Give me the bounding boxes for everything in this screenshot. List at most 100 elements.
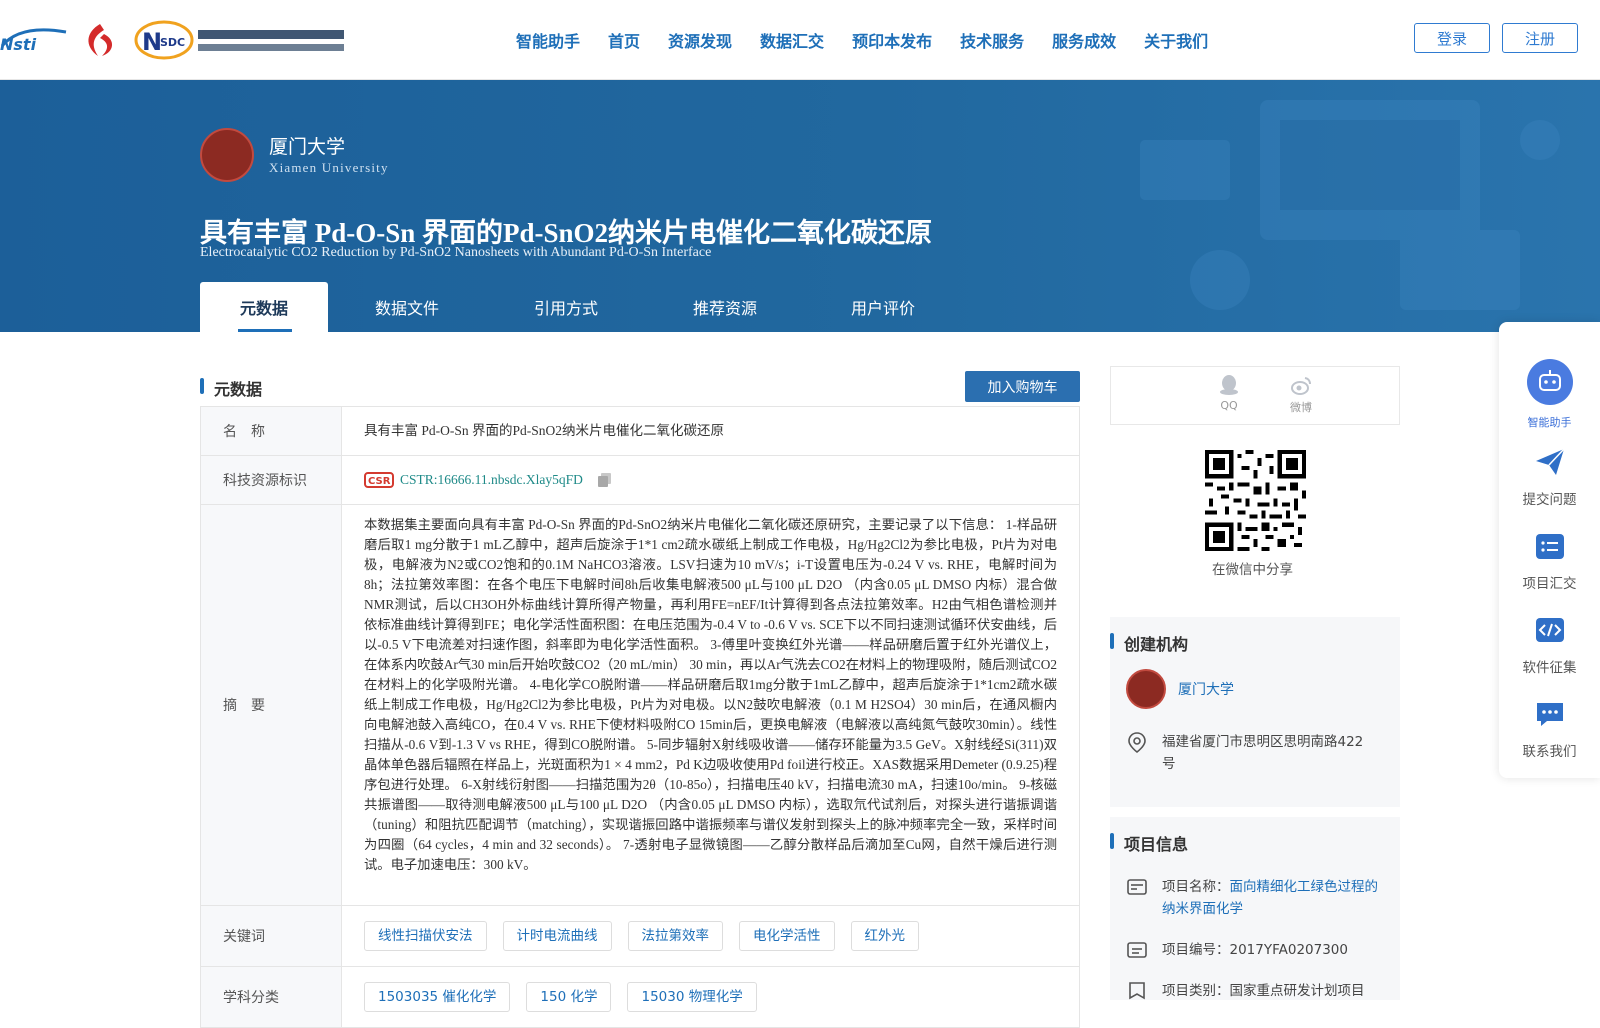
nav-preprint[interactable]: 预印本发布 bbox=[852, 28, 932, 52]
tab-reviews[interactable]: 用户评价 bbox=[804, 282, 962, 332]
institution-logo bbox=[200, 128, 254, 182]
project-name-row: 项目名称：面向精细化工绿色过程的纳米界面化学 bbox=[1126, 876, 1378, 920]
name-value: 具有丰富 Pd-O-Sn 界面的Pd-SnO2纳米片电催化二氧化碳还原 bbox=[364, 423, 725, 438]
qq-icon bbox=[1220, 375, 1238, 395]
metadata-heading: 元数据 bbox=[200, 376, 262, 400]
tab-data-files[interactable]: 数据文件 bbox=[328, 282, 486, 332]
float-contact-label: 联系我们 bbox=[1522, 744, 1577, 760]
table-row: 名 称 具有丰富 Pd-O-Sn 界面的Pd-SnO2纳米片电催化二氧化碳还原 bbox=[200, 407, 1080, 456]
subject-chip[interactable]: 15030 物理化学 bbox=[627, 982, 757, 1012]
nav-resource-discovery[interactable]: 资源发现 bbox=[668, 28, 732, 52]
paper-plane-icon bbox=[1535, 448, 1565, 475]
svg-text:SDC: SDC bbox=[160, 36, 185, 49]
resource-tabs: 元数据 数据文件 引用方式 推荐资源 用户评价 bbox=[200, 282, 962, 332]
metadata-table: 名 称 具有丰富 Pd-O-Sn 界面的Pd-SnO2纳米片电催化二氧化碳还原 … bbox=[200, 406, 1080, 1028]
tab-citation[interactable]: 引用方式 bbox=[486, 282, 646, 332]
location-icon bbox=[1128, 732, 1146, 753]
creator-name[interactable]: 厦门大学 bbox=[1178, 679, 1234, 699]
project-number-icon bbox=[1127, 942, 1147, 958]
login-button[interactable]: 登录 bbox=[1414, 23, 1490, 53]
nav-data-submission[interactable]: 数据汇交 bbox=[760, 28, 824, 52]
weibo-icon bbox=[1291, 377, 1311, 395]
project-name-icon bbox=[1127, 879, 1147, 895]
project-type-row: 项目类别：国家重点研发计划项目 bbox=[1126, 980, 1378, 1002]
keyword-chip[interactable]: 计时电流曲线 bbox=[502, 921, 612, 951]
tab-recommended[interactable]: 推荐资源 bbox=[646, 282, 804, 332]
cstr-value[interactable]: CSTR:16666.11.nbsdc.Xlay5qFD bbox=[400, 470, 583, 490]
wechat-share-caption: 在微信中分享 bbox=[1212, 562, 1293, 578]
subject-chip[interactable]: 1503035 催化化学 bbox=[364, 982, 511, 1012]
float-project-label: 项目汇交 bbox=[1522, 576, 1577, 592]
nav-tech-service[interactable]: 技术服务 bbox=[960, 28, 1024, 52]
project-name-label: 项目名称： bbox=[1162, 879, 1230, 895]
subject-chip[interactable]: 150 化学 bbox=[526, 982, 612, 1012]
project-number-label: 项目编号： bbox=[1162, 942, 1230, 958]
nav-assistant[interactable]: 智能助手 bbox=[516, 28, 580, 52]
keyword-chip[interactable]: 红外光 bbox=[850, 921, 919, 951]
table-row: 科技资源标识 CSR CSTR:16666.11.nbsdc.Xlay5qFD bbox=[200, 456, 1080, 505]
nav-about[interactable]: 关于我们 bbox=[1144, 28, 1208, 52]
list-folder-icon bbox=[1535, 534, 1564, 559]
float-submit-question[interactable]: 提交问题 bbox=[1499, 446, 1600, 508]
register-button[interactable]: 注册 bbox=[1502, 23, 1578, 53]
qq-label: QQ bbox=[1220, 399, 1238, 412]
nav-home[interactable]: 首页 bbox=[608, 28, 640, 52]
share-qq[interactable]: QQ bbox=[1209, 374, 1249, 412]
keyword-chip[interactable]: 线性扫描伏安法 bbox=[364, 921, 487, 951]
weibo-label: 微博 bbox=[1290, 401, 1312, 414]
wechat-qr-code bbox=[1205, 450, 1306, 551]
svg-text:Nsti: Nsti bbox=[0, 35, 37, 54]
share-weibo[interactable]: 微博 bbox=[1281, 374, 1321, 415]
float-assistant-label: 智能助手 bbox=[1527, 416, 1572, 429]
project-heading: 项目信息 bbox=[1110, 831, 1188, 855]
project-type-label: 项目类别： bbox=[1162, 983, 1230, 999]
svg-text:CSR: CSR bbox=[368, 476, 391, 487]
nsdc-logo[interactable]: N SDC bbox=[134, 18, 349, 62]
cas-logo[interactable] bbox=[80, 22, 120, 58]
creator-logo bbox=[1126, 669, 1166, 709]
tab-metadata[interactable]: 元数据 bbox=[200, 282, 328, 332]
project-panel: 项目信息 项目名称：面向精细化工绿色过程的纳米界面化学 项目编号：2017YFA… bbox=[1110, 817, 1400, 1000]
float-submit-label: 提交问题 bbox=[1522, 492, 1577, 508]
project-number-row: 项目编号：2017YFA0207300 bbox=[1126, 939, 1378, 961]
top-navigation-bar: Nsti N SDC 智能助手 首页 资源发现 数据汇交 预印本发布 技术服务 … bbox=[0, 0, 1600, 80]
cstr-identifier[interactable]: CSR CSTR:16666.11.nbsdc.Xlay5qFD bbox=[364, 470, 613, 490]
keyword-list: 线性扫描伏安法 计时电流曲线 法拉第效率 电化学活性 红外光 bbox=[364, 921, 919, 951]
table-row: 关键词 线性扫描伏安法 计时电流曲线 法拉第效率 电化学活性 红外光 bbox=[200, 906, 1080, 967]
institution-name[interactable]: 厦门大学 bbox=[269, 132, 345, 159]
keyword-chip[interactable]: 法拉第效率 bbox=[627, 921, 723, 951]
add-to-cart-button[interactable]: 加入购物车 bbox=[965, 371, 1080, 402]
creator-address: 福建省厦门市思明区思明南路422号 bbox=[1162, 734, 1364, 772]
page-subtitle: Electrocatalytic CO2 Reduction by Pd-SnO… bbox=[200, 245, 712, 260]
creator-heading: 创建机构 bbox=[1110, 631, 1188, 655]
keyword-chip[interactable]: 电化学活性 bbox=[739, 921, 835, 951]
abstract-text: 本数据集主要面向具有丰富 Pd-O-Sn 界面的Pd-SnO2纳米片电催化二氧化… bbox=[364, 517, 1057, 872]
main-nav: 智能助手 首页 资源发现 数据汇交 预印本发布 技术服务 服务成效 关于我们 bbox=[516, 28, 1236, 52]
code-icon bbox=[1535, 618, 1564, 642]
float-assistant[interactable]: 智能助手 bbox=[1499, 358, 1600, 430]
name-label: 名 称 bbox=[201, 407, 342, 455]
float-project-submission[interactable]: 项目汇交 bbox=[1499, 530, 1600, 592]
floating-sidebar: 智能助手 提交问题 项目汇交 软件征集 联系我们 bbox=[1499, 322, 1600, 778]
table-row: 学科分类 1503035 催化化学 150 化学 15030 物理化学 bbox=[200, 967, 1080, 1028]
float-software-call[interactable]: 软件征集 bbox=[1499, 614, 1600, 676]
table-row: 摘 要 本数据集主要面向具有丰富 Pd-O-Sn 界面的Pd-SnO2纳米片电催… bbox=[200, 505, 1080, 906]
project-number-value: 2017YFA0207300 bbox=[1229, 942, 1349, 958]
chat-icon bbox=[1536, 703, 1563, 726]
institution-name-en: Xiamen University bbox=[269, 160, 389, 175]
nsti-logo[interactable]: Nsti bbox=[0, 24, 68, 54]
keywords-label: 关键词 bbox=[201, 906, 342, 966]
project-type-value: 国家重点研发计划项目 bbox=[1229, 983, 1365, 999]
nav-achievements[interactable]: 服务成效 bbox=[1052, 28, 1116, 52]
creator-address-row: 福建省厦门市思明区思明南路422号 bbox=[1126, 731, 1376, 775]
robot-icon bbox=[1526, 359, 1573, 405]
float-software-label: 软件征集 bbox=[1522, 660, 1577, 676]
subject-label: 学科分类 bbox=[201, 967, 342, 1027]
subject-list: 1503035 催化化学 150 化学 15030 物理化学 bbox=[364, 982, 757, 1012]
copy-icon[interactable] bbox=[597, 472, 613, 488]
share-box: QQ 微博 bbox=[1110, 366, 1400, 425]
cstr-icon: CSR bbox=[364, 472, 394, 488]
float-contact-us[interactable]: 联系我们 bbox=[1499, 698, 1600, 760]
id-label: 科技资源标识 bbox=[201, 456, 342, 504]
project-type-icon bbox=[1129, 982, 1145, 1000]
